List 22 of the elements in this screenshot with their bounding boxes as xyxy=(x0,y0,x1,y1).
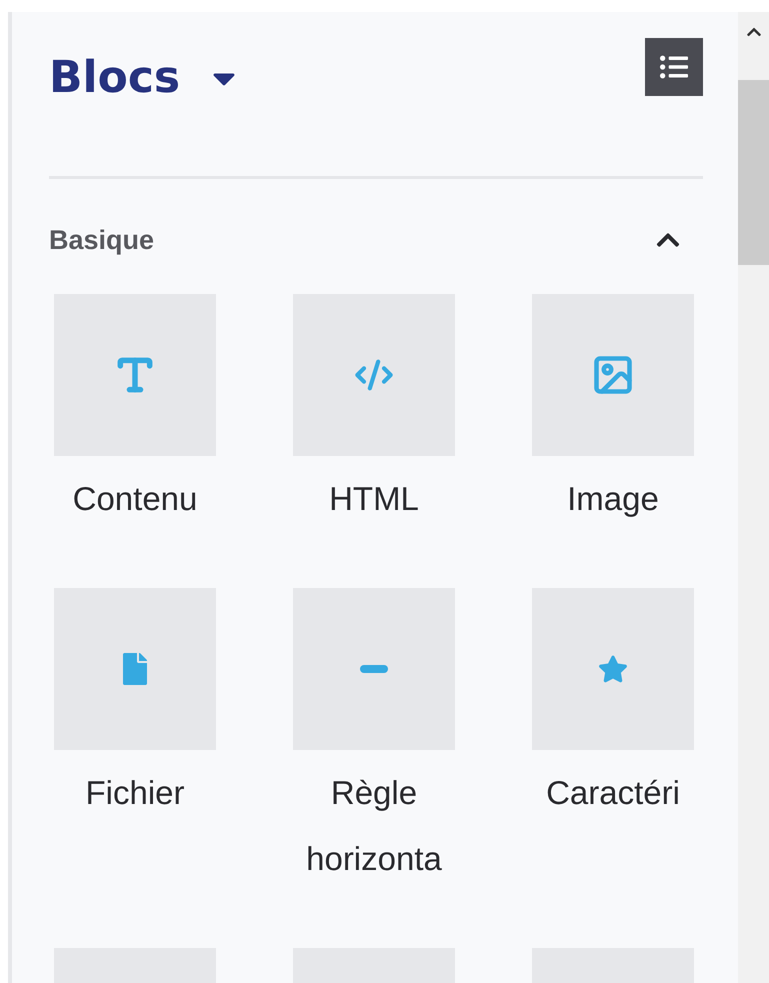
block-label: Caractéri xyxy=(545,773,681,813)
scrollbar[interactable] xyxy=(738,12,769,983)
block-label: Fichier xyxy=(84,773,186,813)
section-header[interactable]: Basique xyxy=(45,215,703,265)
block-label: Image xyxy=(566,479,660,519)
list-icon xyxy=(660,53,688,81)
block-tile[interactable] xyxy=(293,294,455,456)
minus-icon xyxy=(360,665,388,673)
block-label: Contenu xyxy=(72,479,198,519)
list-view-button[interactable] xyxy=(645,38,703,96)
section-title: Basique xyxy=(49,224,154,256)
block-tile[interactable] xyxy=(532,588,694,750)
image-icon xyxy=(591,353,635,397)
scrollbar-thumb[interactable] xyxy=(738,80,769,265)
block-tile[interactable] xyxy=(532,294,694,456)
star-icon xyxy=(598,654,628,684)
block-tile[interactable] xyxy=(54,588,216,750)
block-tile[interactable] xyxy=(54,294,216,456)
block-label: HTML xyxy=(328,479,420,519)
panel-title: Blocs xyxy=(49,51,180,105)
block-label: Règle horizonta xyxy=(305,773,443,879)
block-tile[interactable] xyxy=(293,588,455,750)
